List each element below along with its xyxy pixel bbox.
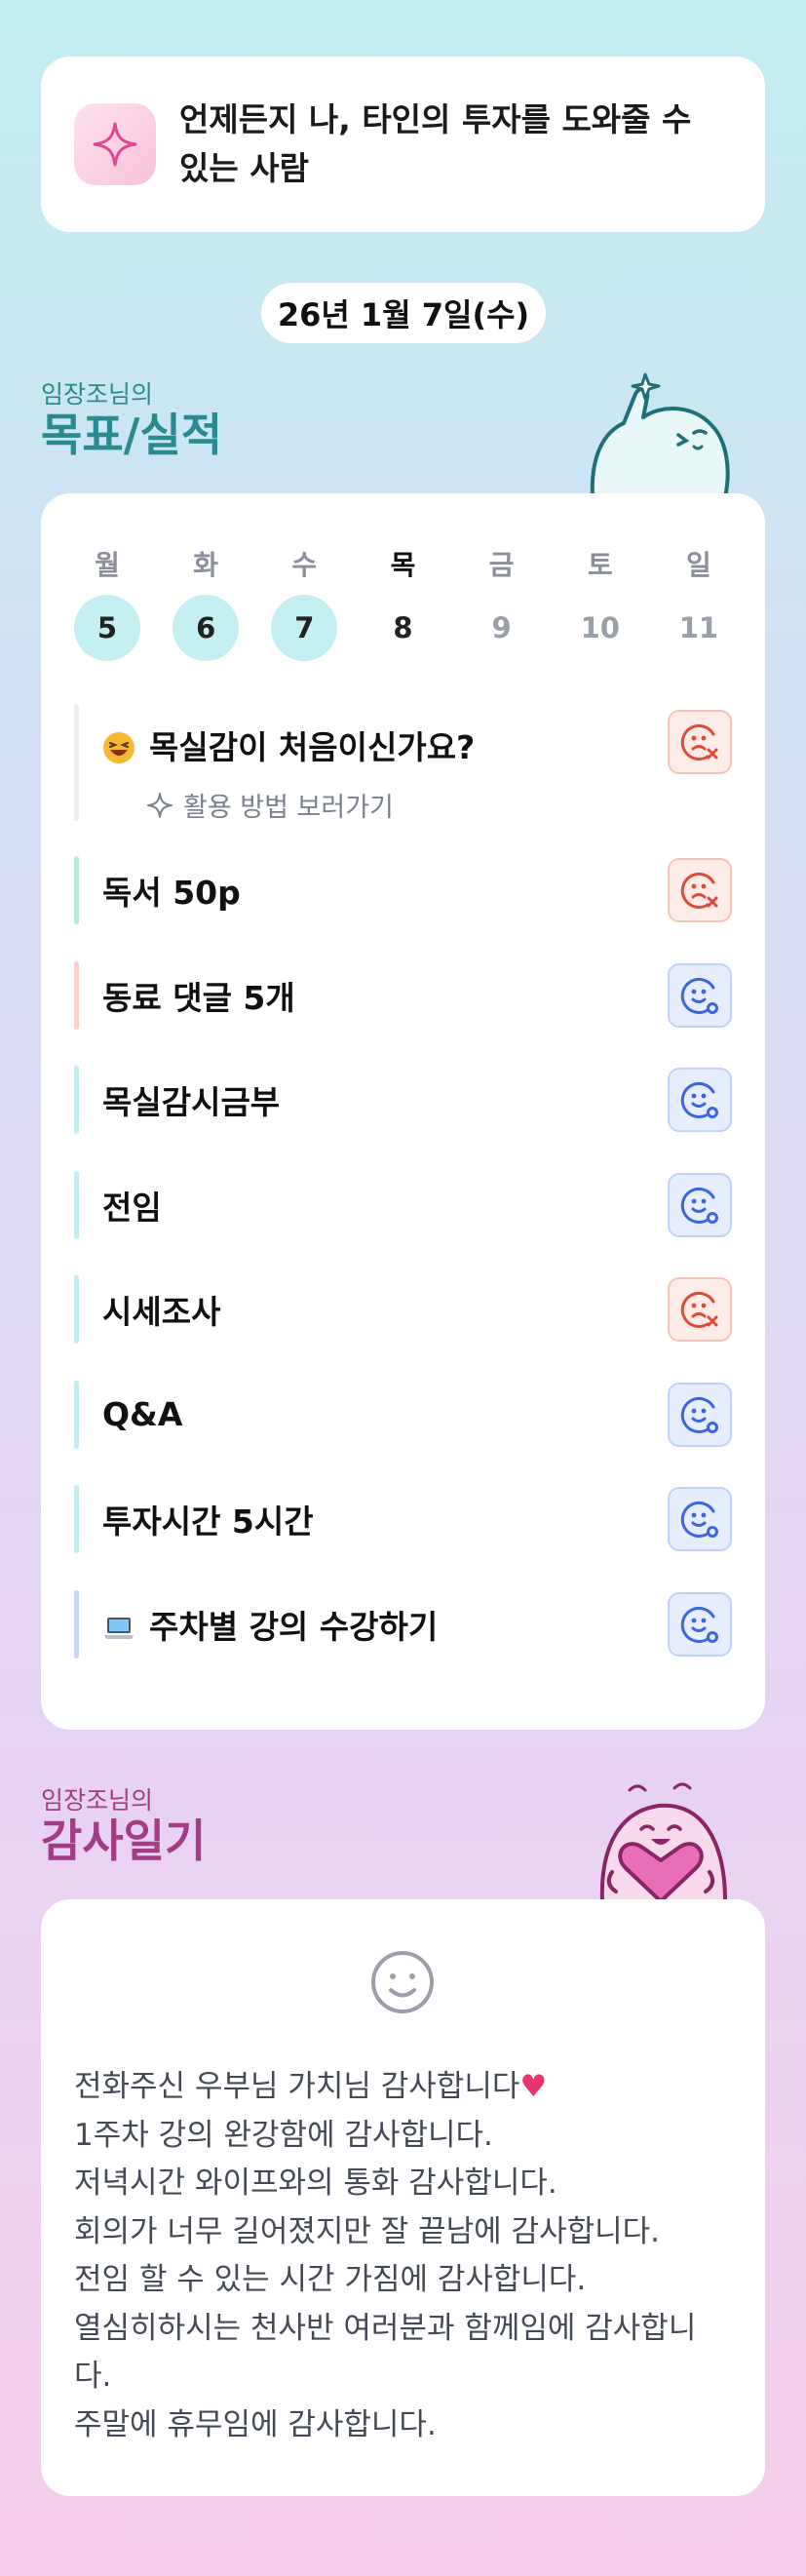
- laughing-face-icon: [103, 732, 134, 763]
- goal-bar: [74, 1589, 79, 1659]
- goal-bar: [74, 704, 79, 821]
- laptop-icon: [104, 1617, 134, 1639]
- heart-icon: ♥: [519, 2069, 548, 2104]
- success-face-icon[interactable]: [668, 1382, 732, 1447]
- smile-face-icon: [371, 1951, 434, 2013]
- day-sat[interactable]: 토 10: [567, 544, 633, 661]
- goal-bar: [74, 1170, 79, 1239]
- goal-label-text: 동료 댓글 5개: [102, 978, 295, 1017]
- diary-text[interactable]: 전화주신 우부님 가치님 감사합니다♥ 1주차 강의 완강함에 감사합니다. 저…: [74, 2063, 737, 2449]
- sparkle-outline-icon: [147, 792, 173, 818]
- day-thu[interactable]: 목 8: [369, 544, 436, 661]
- day-number: 10: [580, 611, 620, 644]
- motto-text: 언제든지 나, 타인의 투자를 도와줄 수 있는 사람: [179, 100, 692, 187]
- day-mon[interactable]: 월 5: [74, 544, 140, 661]
- goal-row[interactable]: 투자시간 5시간: [74, 1485, 732, 1553]
- goal-bar: [74, 960, 79, 1030]
- goal-label-text: 전임: [102, 1188, 162, 1227]
- goal-label: 독서 50p: [102, 867, 668, 914]
- goals-heading-title: 목표/실적: [41, 409, 223, 461]
- goal-label: 목실감이 처음이신가요?: [102, 704, 668, 768]
- goal-row[interactable]: 독서 50p: [74, 856, 732, 924]
- goal-label: 투자시간 5시간: [102, 1496, 668, 1542]
- diary-heading-title: 감사일기: [41, 1815, 207, 1867]
- goal-label-text: 주차별 강의 수강하기: [149, 1607, 439, 1646]
- day-number: 11: [678, 611, 719, 644]
- day-tue[interactable]: 화 6: [173, 544, 240, 661]
- goal-label: 시세조사: [102, 1286, 668, 1333]
- day-number: 6: [173, 595, 240, 661]
- day-number: 9: [491, 611, 512, 644]
- day-wed[interactable]: 수 7: [271, 544, 338, 661]
- goal-label-text: 목실감이 처음이신가요?: [149, 728, 476, 766]
- diary-rest: 1주차 강의 완강함에 감사합니다. 저녁시간 와이프와의 통화 감사합니다. …: [74, 2117, 697, 2442]
- success-face-icon[interactable]: [668, 962, 732, 1028]
- goal-bar: [74, 1275, 79, 1344]
- goal-bar: [74, 856, 79, 924]
- week-strip: 월 5 화 6 수 7 목 8 금 9 토 10 일 11: [74, 493, 732, 661]
- diary-heading: 임장조님의 감사일기: [41, 1786, 206, 1866]
- teal-mascot-icon: [590, 372, 730, 497]
- goal-bar: [74, 1485, 79, 1553]
- day-name: 목: [390, 549, 416, 581]
- day-number: 7: [271, 595, 338, 661]
- day-name: 토: [587, 549, 613, 581]
- success-face-icon[interactable]: [668, 1591, 732, 1657]
- goal-bar: [74, 1380, 79, 1449]
- day-fri[interactable]: 금 9: [469, 544, 535, 661]
- goal-label: 전임: [102, 1182, 668, 1229]
- goal-label-text: Q&A: [102, 1395, 183, 1433]
- guide-link-text: 활용 방법 보러가기: [183, 793, 394, 823]
- day-name: 금: [488, 549, 515, 581]
- fail-face-icon[interactable]: [668, 1277, 732, 1342]
- goals-heading-sub: 임장조님의: [41, 380, 154, 409]
- fail-face-icon[interactable]: [668, 858, 732, 922]
- goal-row[interactable]: 전임: [74, 1170, 732, 1239]
- goal-row[interactable]: 동료 댓글 5개: [74, 960, 732, 1030]
- guide-link[interactable]: 활용 방법 보러가기: [146, 786, 394, 824]
- day-name: 일: [686, 549, 711, 581]
- goal-bar: [74, 1066, 79, 1134]
- date-pill[interactable]: 26년 1월 7일(수): [261, 283, 546, 343]
- goal-label: Q&A: [102, 1395, 668, 1433]
- success-face-icon[interactable]: [668, 1487, 732, 1551]
- day-name: 화: [193, 549, 219, 581]
- fail-face-icon[interactable]: [668, 710, 732, 774]
- diary-line-1: 전화주신 우부님 가치님 감사합니다: [74, 2069, 520, 2104]
- goal-label: 동료 댓글 5개: [102, 972, 668, 1019]
- goals-heading: 임장조님의 목표/실적: [41, 380, 222, 460]
- goal-label: 주차별 강의 수강하기: [102, 1601, 668, 1648]
- motto-card: 언제든지 나, 타인의 투자를 도와줄 수 있는 사람: [41, 57, 765, 232]
- day-sun[interactable]: 일 11: [666, 544, 732, 661]
- heart-mascot-icon: [599, 1782, 727, 1901]
- day-number: 5: [74, 595, 140, 661]
- goal-label-text: 투자시간 5시간: [102, 1503, 314, 1541]
- goal-row[interactable]: 시세조사: [74, 1275, 732, 1344]
- goal-label-text: 독서 50p: [102, 874, 241, 912]
- day-name: 월: [95, 549, 120, 581]
- goal-label: 목실감시금부: [102, 1076, 668, 1123]
- diary-card: 전화주신 우부님 가치님 감사합니다♥ 1주차 강의 완강함에 감사합니다. 저…: [41, 1899, 765, 2496]
- diary-heading-sub: 임장조님의: [41, 1786, 154, 1815]
- day-name: 수: [291, 549, 318, 581]
- sparkle-icon: [74, 103, 156, 185]
- goal-row[interactable]: 주차별 강의 수강하기: [74, 1589, 732, 1659]
- goal-label-text: 목실감시금부: [102, 1083, 281, 1121]
- goals-card: 월 5 화 6 수 7 목 8 금 9 토 10 일 11 목실감이 처음이신가…: [41, 493, 765, 1730]
- success-face-icon[interactable]: [668, 1068, 732, 1132]
- goal-label-text: 시세조사: [102, 1293, 221, 1331]
- goal-row[interactable]: Q&A: [74, 1380, 732, 1449]
- day-number: 8: [393, 611, 413, 644]
- goal-row[interactable]: 목실감시금부: [74, 1066, 732, 1134]
- success-face-icon[interactable]: [668, 1172, 732, 1237]
